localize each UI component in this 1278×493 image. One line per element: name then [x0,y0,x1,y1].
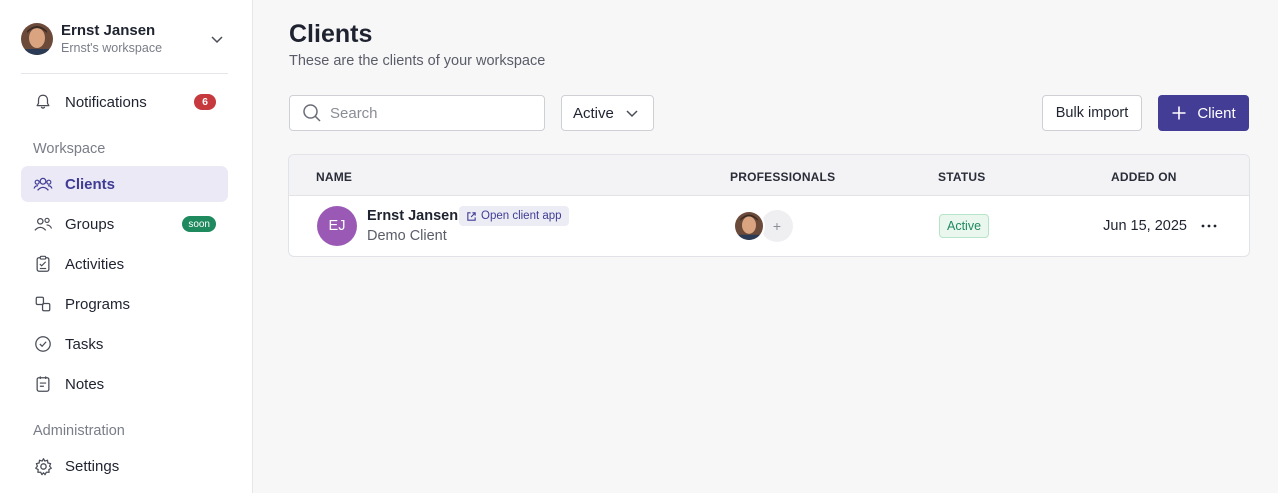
sidebar-item-activities[interactable]: Activities [21,246,228,282]
open-client-app-link[interactable]: Open client app [459,206,569,226]
status-filter-value: Active [573,104,614,122]
workspace-name: Ernst's workspace [61,41,163,55]
search-input[interactable] [330,104,530,122]
professional-avatar [733,210,765,242]
clipboard-icon [33,254,53,274]
chevron-down-icon [211,36,223,44]
column-header-status[interactable]: STATUS [938,170,985,184]
sidebar-divider [21,73,228,74]
add-professional-label: + [772,218,782,234]
added-on-date: Jun 15, 2025 [1103,218,1187,234]
sidebar-item-clients[interactable]: Clients [21,166,228,202]
soon-badge: soon [182,216,216,232]
sidebar-item-label: Settings [65,457,120,475]
sidebar-item-label: Notifications [65,93,147,111]
sidebar-item-label: Tasks [65,335,104,353]
gear-icon [33,456,53,476]
sidebar-item-label: Activities [65,255,125,273]
add-client-button[interactable]: Client [1158,95,1249,131]
page-title: Clients [289,20,373,48]
add-professional-button[interactable]: + [761,210,793,242]
notification-count-badge: 6 [194,94,216,110]
status-filter-select[interactable]: Active [561,95,654,131]
sidebar-item-notifications[interactable]: Notifications 6 [21,84,228,120]
group-icon [33,214,53,234]
column-header-added-on[interactable]: ADDED ON [1111,170,1177,184]
client-subtitle: Demo Client [367,228,447,244]
client-name[interactable]: Ernst Jansen [367,208,458,224]
plus-icon [1171,105,1187,121]
workspace-switcher[interactable]: Ernst Jansen Ernst's workspace [21,22,228,56]
more-horizontal-icon [1201,224,1217,228]
sidebar-item-groups[interactable]: Groups soon [21,206,228,242]
bulk-import-button[interactable]: Bulk import [1042,95,1142,131]
row-actions-button[interactable] [1199,216,1219,236]
sidebar-item-programs[interactable]: Programs [21,286,228,322]
sidebar-item-label: Groups [65,215,115,233]
column-header-professionals[interactable]: PROFESSIONALS [730,170,835,184]
programs-icon [33,294,53,314]
column-header-name[interactable]: NAME [316,170,352,184]
search-field[interactable] [289,95,545,131]
sidebar-item-tasks[interactable]: Tasks [21,326,228,362]
open-client-app-label: Open client app [481,210,562,222]
user-name: Ernst Jansen [61,22,156,39]
sidebar-item-settings[interactable]: Settings [21,448,228,484]
users-icon [33,174,53,194]
status-badge: Active [939,214,990,238]
sidebar-item-label: Clients [65,175,116,193]
client-avatar: EJ [317,206,357,246]
sidebar: Ernst Jansen Ernst's workspace Notificat… [0,0,253,493]
sidebar-item-label: Notes [65,375,105,393]
table-row[interactable]: EJ Ernst Jansen Open client app Demo Cli… [289,196,1249,256]
user-avatar [21,23,53,55]
search-icon [303,104,321,122]
workspace-section-label: Workspace [33,141,106,157]
bell-icon [33,92,53,112]
check-circle-icon [33,334,53,354]
sidebar-item-label: Programs [65,295,131,313]
add-client-label: Client [1197,104,1236,122]
clients-table: NAME PROFESSIONALS STATUS ADDED ON EJ Er… [288,154,1250,257]
table-header: NAME PROFESSIONALS STATUS ADDED ON [289,155,1249,196]
administration-section-label: Administration [33,423,125,439]
notes-icon [33,374,53,394]
main-content: Clients These are the clients of your wo… [253,0,1278,493]
page-subtitle: These are the clients of your workspace [289,53,546,69]
chevron-down-icon [626,110,638,118]
external-link-icon [467,211,476,221]
bulk-import-label: Bulk import [1055,105,1129,121]
sidebar-item-notes[interactable]: Notes [21,366,228,402]
